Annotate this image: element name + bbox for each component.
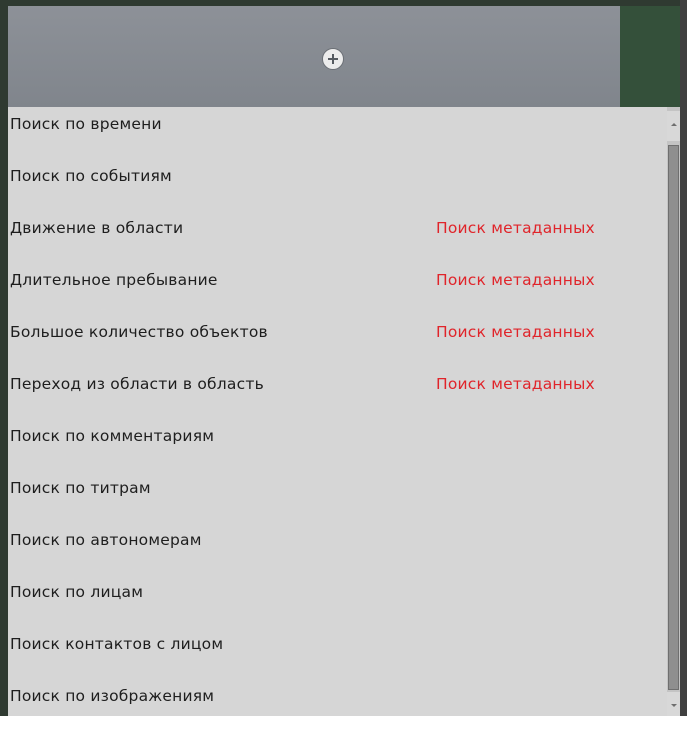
list-item-label: Поиск по титрам	[10, 479, 151, 497]
add-search-button[interactable]	[322, 48, 344, 70]
list-item-faces-search[interactable]: Поиск по лицам	[8, 575, 667, 627]
list-item-event-search[interactable]: Поиск по событиям	[8, 159, 667, 211]
plus-circle-icon-vertical	[332, 54, 334, 64]
metadata-search-tag: Поиск метаданных	[436, 323, 595, 341]
list-item-loitering[interactable]: Длительное пребывание Поиск метаданных	[8, 263, 667, 315]
list-item-label: Большое количество объектов	[10, 323, 268, 341]
scroll-up-arrow-icon[interactable]	[667, 111, 680, 141]
vertical-scrollbar[interactable]	[667, 107, 680, 716]
list-item-motion-in-area[interactable]: Движение в области Поиск метаданных	[8, 211, 667, 263]
list-item-plates-search[interactable]: Поиск по автономерам	[8, 523, 667, 575]
scroll-down-arrow-icon[interactable]	[667, 692, 680, 716]
list-item-label: Поиск контактов с лицом	[10, 635, 224, 653]
scrollbar-thumb[interactable]	[668, 145, 679, 690]
list-item-comments-search[interactable]: Поиск по комментариям	[8, 419, 667, 471]
search-type-list: Поиск по времени Поиск по событиям Движе…	[8, 107, 667, 716]
search-type-panel: Поиск по времени Поиск по событиям Движе…	[0, 0, 687, 716]
list-item-label: Поиск по изображениям	[10, 687, 215, 705]
list-item-label: Поиск по событиям	[10, 167, 172, 185]
metadata-search-tag: Поиск метаданных	[436, 271, 595, 289]
header-accent	[620, 6, 680, 107]
list-item-time-search[interactable]: Поиск по времени	[8, 107, 667, 159]
list-item-captions-search[interactable]: Поиск по титрам	[8, 471, 667, 523]
list-item-label: Движение в области	[10, 219, 184, 237]
list-item-label: Поиск по комментариям	[10, 427, 215, 445]
list-item-image-search[interactable]: Поиск по изображениям	[8, 679, 667, 731]
list-item-face-contacts-search[interactable]: Поиск контактов с лицом	[8, 627, 667, 679]
list-item-label: Поиск по автономерам	[10, 531, 202, 549]
metadata-search-tag: Поиск метаданных	[436, 219, 595, 237]
panel-header	[8, 6, 680, 107]
list-item-label: Поиск по лицам	[10, 583, 144, 601]
list-item-many-objects[interactable]: Большое количество объектов Поиск метада…	[8, 315, 667, 367]
list-item-label: Переход из области в область	[10, 375, 264, 393]
list-item-label: Длительное пребывание	[10, 271, 218, 289]
panel-right-edge	[680, 0, 687, 716]
list-item-area-transition[interactable]: Переход из области в область Поиск метад…	[8, 367, 667, 419]
list-item-label: Поиск по времени	[10, 115, 162, 133]
metadata-search-tag: Поиск метаданных	[436, 375, 595, 393]
